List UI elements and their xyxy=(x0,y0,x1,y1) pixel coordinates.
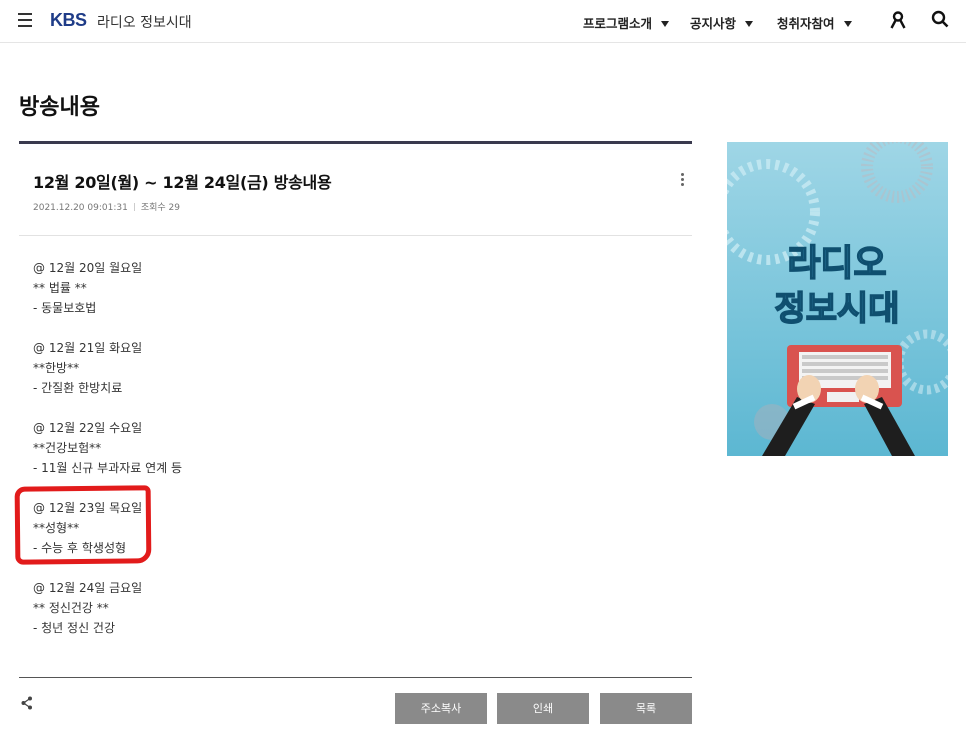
article-meta: 2021.12.20 09:01:31 조회수 29 xyxy=(33,200,180,213)
site-title[interactable]: 라디오 정보시대 xyxy=(97,12,192,32)
schedule-day: @ 12월 22일 수요일 **건강보험** - 11월 신규 부과자료 연계 … xyxy=(33,418,653,478)
nav-program-intro[interactable]: 프로그램소개 xyxy=(583,13,670,32)
schedule-day: @ 12월 20일 월요일 ** 법률 ** - 동물보호법 xyxy=(33,258,653,318)
schedule-day: @ 12월 21일 화요일 **한방** - 간질환 한방치료 xyxy=(33,338,653,398)
day-date: @ 12월 20일 월요일 xyxy=(33,261,143,275)
day-topic: **건강보험** xyxy=(33,441,102,455)
day-detail: - 청년 정신 건강 xyxy=(33,621,116,635)
day-detail: - 수능 후 학생성형 xyxy=(33,541,127,555)
article-body: @ 12월 20일 월요일 ** 법률 ** - 동물보호법 @ 12월 21일… xyxy=(33,258,653,658)
list-button[interactable]: 목록 xyxy=(600,693,692,724)
banner-title-line1: 라디오 xyxy=(787,243,886,284)
schedule-day: @ 12월 24일 금요일 ** 정신건강 ** - 청년 정신 건강 xyxy=(33,578,653,638)
nav-listener-participation[interactable]: 청취자참여 xyxy=(777,13,852,32)
day-date: @ 12월 24일 금요일 xyxy=(33,581,143,595)
nav-label: 공지사항 xyxy=(690,16,737,31)
day-topic: **성형** xyxy=(33,521,80,535)
search-icon[interactable] xyxy=(931,10,949,28)
more-options-icon[interactable] xyxy=(676,173,688,189)
day-detail: - 동물보호법 xyxy=(33,301,97,315)
article-bottom-divider xyxy=(19,677,692,678)
day-date: @ 12월 21일 화요일 xyxy=(33,341,143,355)
user-icon[interactable] xyxy=(890,11,906,29)
program-banner[interactable]: 라디오 정보시대 xyxy=(727,142,948,456)
kbs-logo[interactable]: KBS xyxy=(50,10,87,31)
schedule-day: @ 12월 23일 목요일 **성형** - 수능 후 학생성형 xyxy=(33,498,653,558)
share-icon[interactable] xyxy=(21,696,33,710)
day-topic: ** 정신건강 ** xyxy=(33,601,109,615)
copy-url-button[interactable]: 주소복사 xyxy=(395,693,487,724)
day-detail: - 간질환 한방치료 xyxy=(33,381,123,395)
article-divider xyxy=(19,235,692,236)
chevron-down-icon xyxy=(745,21,754,27)
day-date: @ 12월 22일 수요일 xyxy=(33,421,143,435)
day-detail: - 11월 신규 부과자료 연계 등 xyxy=(33,461,183,475)
page-title: 방송내용 xyxy=(19,95,100,120)
day-topic: **한방** xyxy=(33,361,80,375)
hamburger-menu-icon[interactable] xyxy=(18,13,32,27)
nav-label: 청취자참여 xyxy=(777,16,835,31)
site-header: KBS 라디오 정보시대 프로그램소개 공지사항 청취자참여 xyxy=(0,0,966,43)
print-button[interactable]: 인쇄 xyxy=(497,693,589,724)
chevron-down-icon xyxy=(661,21,670,27)
article-views: 조회수 29 xyxy=(140,203,180,213)
banner-title-line2: 정보시대 xyxy=(774,289,899,329)
title-divider xyxy=(19,141,692,144)
day-topic: ** 법률 ** xyxy=(33,281,87,295)
nav-notice[interactable]: 공지사항 xyxy=(690,13,754,32)
chevron-down-icon xyxy=(843,21,852,27)
day-date: @ 12월 23일 목요일 xyxy=(33,501,143,515)
article-title: 12월 20일(월) ~ 12월 24일(금) 방송내용 xyxy=(33,173,332,192)
article-date: 2021.12.20 09:01:31 xyxy=(33,203,128,213)
nav-label: 프로그램소개 xyxy=(583,16,653,31)
